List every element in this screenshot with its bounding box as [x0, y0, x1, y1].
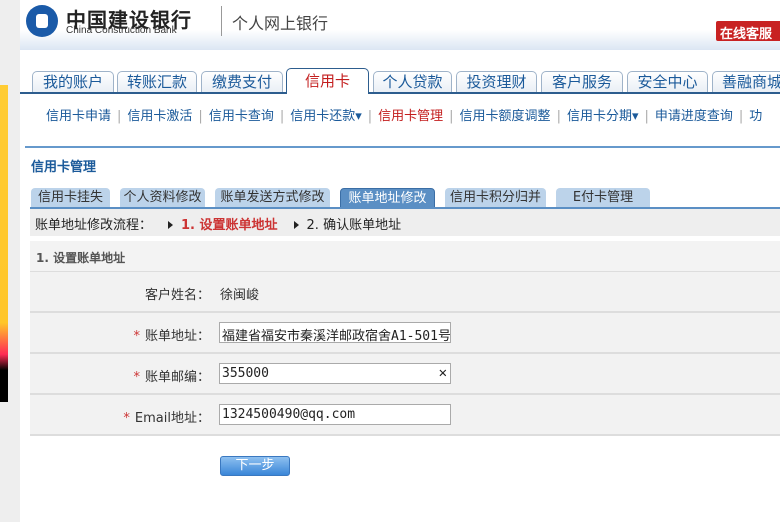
ccb-logo-icon — [26, 5, 58, 37]
subtab-personal-info[interactable]: 个人资料修改 — [120, 188, 205, 208]
address-label: 账单地址： — [144, 329, 210, 344]
subtab-report-loss[interactable]: 信用卡挂失 — [31, 188, 110, 208]
process-label: 账单地址修改流程： — [35, 218, 153, 233]
arrow-right-icon — [293, 221, 299, 229]
nav-tab-customer-service[interactable]: 客户服务 — [541, 71, 623, 93]
subtab-points-merge[interactable]: 信用卡积分归并 — [445, 188, 546, 208]
name-value: 徐闽峻 — [220, 288, 260, 303]
section-header: 1. 设置账单地址 — [30, 241, 780, 272]
nav-tab-loan[interactable]: 个人贷款 — [373, 71, 452, 93]
subnav-apply[interactable]: 信用卡申请 — [46, 109, 111, 124]
clear-icon[interactable]: ✕ — [439, 365, 447, 381]
subtab-statement-address[interactable]: 账单地址修改 — [340, 188, 435, 208]
name-label: 客户姓名： — [144, 288, 210, 303]
divider — [221, 6, 222, 36]
nav-tab-investment[interactable]: 投资理财 — [456, 71, 537, 93]
nav-tab-transfer[interactable]: 转账汇款 — [117, 71, 197, 93]
subnav-limit[interactable]: 信用卡额度调整 — [460, 109, 551, 124]
required-mark: * — [123, 411, 130, 426]
subnav-progress[interactable]: 申请进度查询 — [655, 109, 733, 124]
process-step-1: 1. 设置账单地址 — [181, 218, 278, 233]
bank-name-en: China Construction Bank — [66, 25, 177, 36]
nav-tab-credit-card[interactable]: 信用卡 — [286, 68, 369, 94]
page-title: 信用卡管理 — [31, 160, 97, 175]
nav-tab-mall[interactable]: 善融商城 — [712, 71, 780, 93]
nav-tab-security[interactable]: 安全中心 — [627, 71, 708, 93]
divider — [25, 146, 780, 148]
subnav-more[interactable]: 功 — [749, 109, 762, 124]
sub-navigation: 信用卡申请 | 信用卡激活 | 信用卡查询 | 信用卡还款▾ | 信用卡管理 | 信用卡额度调整 | 信… — [46, 109, 763, 124]
product-name: 个人网上银行 — [232, 14, 329, 33]
process-step-2: 2. 确认账单地址 — [306, 218, 402, 233]
form-row-zip: * 账单邮编： 355000 ✕ — [30, 354, 780, 395]
subnav-query[interactable]: 信用卡查询 — [209, 109, 274, 124]
address-input[interactable]: 福建省福安市秦溪洋邮政宿舍A1-501号1 — [219, 322, 451, 343]
subnav-installment[interactable]: 信用卡分期▾ — [567, 109, 639, 124]
zip-label: 账单邮编： — [144, 370, 210, 385]
nav-tab-my-account[interactable]: 我的账户 — [32, 71, 114, 93]
form-row-email: * Email地址： 1324500490@qq.com — [30, 395, 780, 436]
arrow-right-icon — [168, 221, 174, 229]
subnav-manage[interactable]: 信用卡管理 — [378, 109, 443, 124]
zip-input[interactable]: 355000 ✕ — [219, 363, 451, 384]
subnav-activate[interactable]: 信用卡激活 — [127, 109, 192, 124]
required-mark: * — [133, 370, 140, 385]
form-row-address: * 账单地址： 福建省福安市秦溪洋邮政宿舍A1-501号1 — [30, 313, 780, 354]
nav-underline — [20, 92, 780, 94]
required-mark: * — [133, 329, 140, 344]
email-input[interactable]: 1324500490@qq.com — [219, 404, 451, 425]
nav-tab-payment[interactable]: 缴费支付 — [201, 71, 283, 93]
online-service-button[interactable]: 在线客服 — [716, 21, 780, 42]
side-advertisement[interactable] — [0, 85, 8, 402]
subtab-epay-card[interactable]: E付卡管理 — [556, 188, 650, 208]
email-label: Email地址： — [134, 411, 210, 426]
zip-value: 355000 — [222, 366, 269, 381]
subtab-statement-delivery[interactable]: 账单发送方式修改 — [215, 188, 330, 208]
subnav-repay[interactable]: 信用卡还款▾ — [290, 109, 362, 124]
next-step-button[interactable]: 下一步 — [220, 456, 290, 476]
process-bar: 账单地址修改流程： 1. 设置账单地址 2. 确认账单地址 — [30, 209, 780, 236]
form-row-name: 客户姓名： 徐闽峻 — [30, 272, 780, 313]
